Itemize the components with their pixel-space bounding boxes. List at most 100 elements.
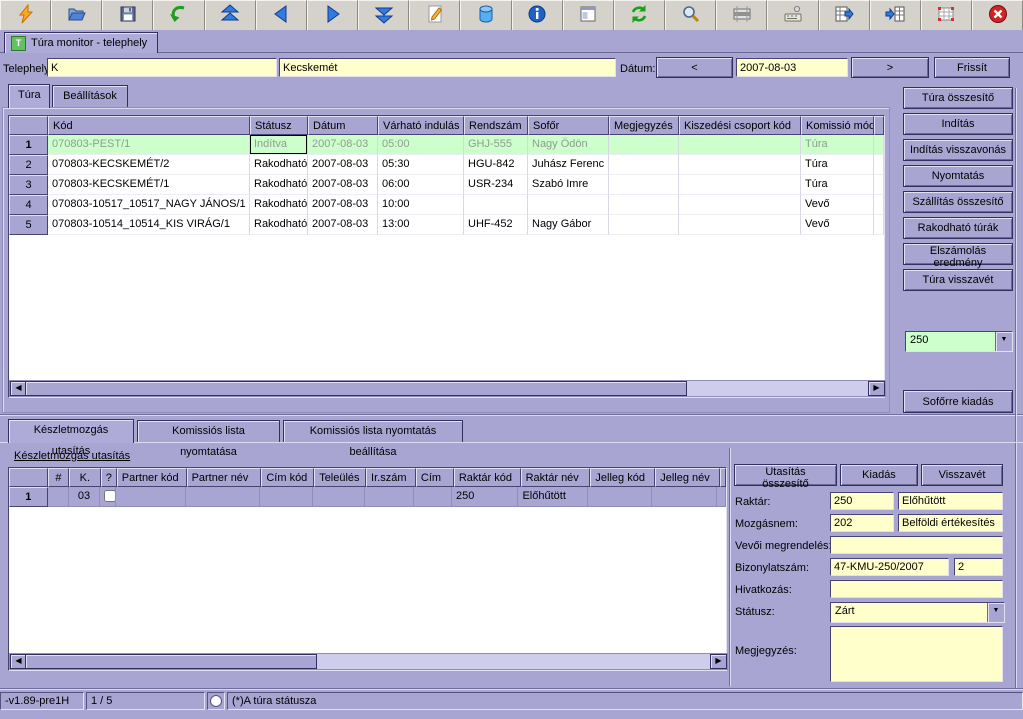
cell-jelleg-kod[interactable] <box>588 487 653 507</box>
header-rowno[interactable] <box>9 468 48 487</box>
scroll-right-icon[interactable]: ▶ <box>710 654 727 669</box>
header-kod[interactable]: Kód <box>48 116 250 135</box>
save-button[interactable] <box>102 0 153 30</box>
row-number[interactable]: 1 <box>9 135 48 155</box>
cell-kiszedesi[interactable] <box>679 195 801 215</box>
header-jelleg-kod[interactable]: Jelleg kód <box>590 468 655 487</box>
tab-tura[interactable]: Túra <box>8 84 50 108</box>
cell-megjegyzes[interactable] <box>609 195 679 215</box>
header-partner-kod[interactable]: Partner kód <box>117 468 187 487</box>
post-database-button[interactable] <box>460 0 511 30</box>
cell-komissio[interactable]: Vevő <box>801 215 874 235</box>
header-raktar-nev[interactable]: Raktár név <box>521 468 591 487</box>
keyboard-button[interactable] <box>767 0 818 30</box>
statusz-select[interactable]: Zárt ▼ <box>830 602 1005 623</box>
cell-irszam[interactable] <box>365 487 415 507</box>
last-record-button[interactable] <box>358 0 409 30</box>
cell-rendszam[interactable]: GHJ-555 <box>464 135 528 155</box>
telephely-code-input[interactable] <box>47 58 277 77</box>
header-statusz[interactable]: Státusz <box>250 116 308 135</box>
raktar-nev-input[interactable] <box>898 492 1003 510</box>
header-datum[interactable]: Dátum <box>308 116 378 135</box>
cell-kiszedesi[interactable] <box>679 175 801 195</box>
tura-osszesito-button[interactable]: Túra összesítő <box>903 87 1013 109</box>
cell-indulas[interactable]: 05:30 <box>378 155 464 175</box>
cell-indulas[interactable]: 05:00 <box>378 135 464 155</box>
chevron-down-icon[interactable]: ▼ <box>987 603 1004 622</box>
tour-row-4[interactable]: 4 070803-10517_10517_NAGY JÁNOS/1 Rakodh… <box>9 195 884 215</box>
grid-format-button[interactable] <box>921 0 972 30</box>
cell-partner-kod[interactable] <box>116 487 185 507</box>
cell-rendszam[interactable]: USR-234 <box>464 175 528 195</box>
tour-grid-hscrollbar[interactable]: ◀ ▶ <box>9 380 886 397</box>
row-number[interactable]: 1 <box>9 487 48 507</box>
movement-row-checkbox[interactable] <box>104 490 116 502</box>
bizonylat-version-input[interactable] <box>954 558 1003 576</box>
cell-megjegyzes[interactable] <box>609 175 679 195</box>
cell-komissio[interactable]: Túra <box>801 175 874 195</box>
header-kiszedesi[interactable]: Kiszedési csoport kód <box>679 116 801 135</box>
cell-statusz[interactable]: Indítva <box>250 135 308 155</box>
cell-indulas[interactable]: 10:00 <box>378 195 464 215</box>
header-question[interactable]: ? <box>101 468 117 487</box>
szallitas-osszesito-button[interactable]: Szállítás összesítő <box>903 191 1013 213</box>
cell-statusz[interactable]: Rakodható <box>250 215 308 235</box>
header-rendszam[interactable]: Rendszám <box>464 116 528 135</box>
header-komissio[interactable]: Komissió mód <box>801 116 874 135</box>
refresh-button[interactable] <box>614 0 665 30</box>
header-cim[interactable]: Cím <box>416 468 454 487</box>
movement-row-1[interactable]: 1 03 250 Előhűtött <box>9 487 726 507</box>
tab-komissios-lista-nyomtatasa[interactable]: Komissiós lista nyomtatása <box>137 420 280 442</box>
cell-cim[interactable] <box>414 487 452 507</box>
import-table-button[interactable] <box>870 0 921 30</box>
header-irszam[interactable]: Ir.szám <box>366 468 416 487</box>
cell-indulas[interactable]: 06:00 <box>378 175 464 195</box>
close-button[interactable] <box>972 0 1023 30</box>
cell-sofor[interactable]: Nagy Ödön <box>528 135 609 155</box>
date-next-button[interactable]: > <box>851 57 929 78</box>
cell-statusz[interactable]: Rakodható <box>250 195 308 215</box>
cell-kod[interactable]: 070803-PEST/1 <box>48 135 250 155</box>
cell-datum[interactable]: 2007-08-03 <box>308 175 378 195</box>
form-view-button[interactable] <box>563 0 614 30</box>
cell-hash[interactable] <box>48 487 69 507</box>
cell-megjegyzes[interactable] <box>609 135 679 155</box>
cell-komissio[interactable]: Túra <box>801 135 874 155</box>
export-table-button[interactable] <box>819 0 870 30</box>
cell-rendszam[interactable]: HGU-842 <box>464 155 528 175</box>
visszavet-button[interactable]: Visszavét <box>921 464 1003 486</box>
tab-keszletmozgas-utasitas[interactable]: Készletmozgás utasítás <box>8 419 134 443</box>
telephely-name-input[interactable] <box>279 58 616 77</box>
cell-sofor[interactable]: Szabó Imre <box>528 175 609 195</box>
cell-kod[interactable]: 070803-KECSKEMÉT/1 <box>48 175 250 195</box>
inditas-visszavonas-button[interactable]: Indítás visszavonás <box>903 139 1013 161</box>
execute-button[interactable] <box>0 0 51 30</box>
hivatkozas-input[interactable] <box>830 580 1003 598</box>
cell-rendszam[interactable] <box>464 195 528 215</box>
tab-komissios-lista-beallitasa[interactable]: Komissiós lista nyomtatás beállítása <box>283 420 463 442</box>
tab-beallitasok[interactable]: Beállítások <box>52 85 128 107</box>
cell-kiszedesi[interactable] <box>679 215 801 235</box>
edit-button[interactable] <box>409 0 460 30</box>
cell-kod[interactable]: 070803-10517_10517_NAGY JÁNOS/1 <box>48 195 250 215</box>
cell-statusz[interactable]: Rakodható <box>250 175 308 195</box>
bizonylatszam-input[interactable] <box>830 558 949 576</box>
utasitas-osszesito-button[interactable]: Utasítás összesítő <box>734 464 837 486</box>
cell-statusz[interactable]: Rakodható <box>250 155 308 175</box>
chevron-down-icon[interactable]: ▼ <box>995 332 1012 351</box>
megjegyzes-textarea[interactable] <box>830 626 1003 682</box>
prior-record-button[interactable] <box>256 0 307 30</box>
tura-visszavet-button[interactable]: Túra visszavét <box>903 269 1013 291</box>
cell-datum[interactable]: 2007-08-03 <box>308 195 378 215</box>
cell-kod[interactable]: 070803-KECSKEMÉT/2 <box>48 155 250 175</box>
search-button[interactable] <box>665 0 716 30</box>
cell-cim-kod[interactable] <box>260 487 313 507</box>
cell-datum[interactable]: 2007-08-03 <box>308 155 378 175</box>
cell-kod[interactable]: 070803-10514_10514_KIS VIRÁG/1 <box>48 215 250 235</box>
tour-row-1[interactable]: 1 070803-PEST/1 Indítva 2007-08-03 05:00… <box>9 135 884 155</box>
row-number[interactable]: 5 <box>9 215 48 235</box>
scrollbar-thumb[interactable] <box>25 654 317 669</box>
cell-partner-nev[interactable] <box>186 487 260 507</box>
raktar-kod-input[interactable] <box>830 492 894 510</box>
header-sofor[interactable]: Sofőr <box>528 116 609 135</box>
